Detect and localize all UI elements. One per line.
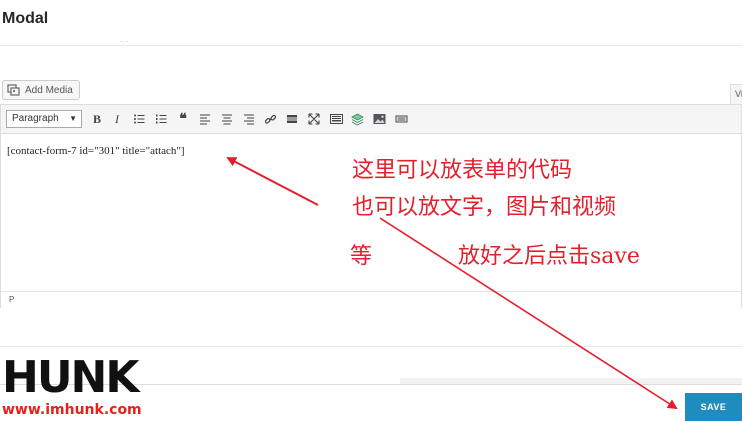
- align-right-icon[interactable]: [240, 110, 258, 128]
- watermark-url: www.imhunk.com: [2, 402, 142, 418]
- element-path: P: [1, 291, 741, 308]
- image-icon[interactable]: [370, 110, 388, 128]
- editor-content[interactable]: [contact-form-7 id="301" title="attach"]: [7, 145, 185, 157]
- section-divider: [0, 346, 742, 347]
- annotation-line-2: 也可以放文字，图片和视频: [352, 195, 617, 220]
- save-button[interactable]: SAVE: [685, 393, 742, 421]
- keyboard-icon[interactable]: [327, 110, 345, 128]
- annotation-line-3: 等: [350, 244, 373, 269]
- format-select[interactable]: Paragraph ▼: [6, 110, 82, 128]
- toolbar-toggle-icon[interactable]: [392, 110, 410, 128]
- layers-icon[interactable]: [348, 110, 366, 128]
- align-center-icon[interactable]: [218, 110, 236, 128]
- modal-title: Modal: [2, 10, 49, 27]
- bulleted-list-icon[interactable]: [130, 110, 148, 128]
- title-divider: [0, 45, 742, 46]
- fullscreen-icon[interactable]: [305, 110, 323, 128]
- caret-down-icon: ▼: [69, 114, 77, 123]
- media-icon: [7, 84, 21, 96]
- align-left-icon[interactable]: [196, 110, 214, 128]
- add-media-button[interactable]: Add Media: [2, 80, 80, 100]
- annotation-line-1: 这里可以放表单的代码: [352, 158, 573, 183]
- tab-visual[interactable]: Vi: [730, 84, 742, 104]
- italic-icon[interactable]: I: [108, 110, 126, 128]
- link-icon[interactable]: [261, 110, 279, 128]
- watermark-logo: HUNK: [2, 352, 139, 403]
- bold-icon[interactable]: B: [88, 110, 106, 128]
- editor-toolbar: Paragraph ▼ B I ❝: [1, 105, 741, 134]
- format-select-value: Paragraph: [12, 113, 59, 124]
- add-media-label: Add Media: [25, 84, 73, 96]
- annotation-line-4: 放好之后点击save: [458, 244, 640, 269]
- read-more-icon[interactable]: [283, 110, 301, 128]
- blockquote-icon[interactable]: ❝: [174, 110, 192, 128]
- numbered-list-icon[interactable]: [152, 110, 170, 128]
